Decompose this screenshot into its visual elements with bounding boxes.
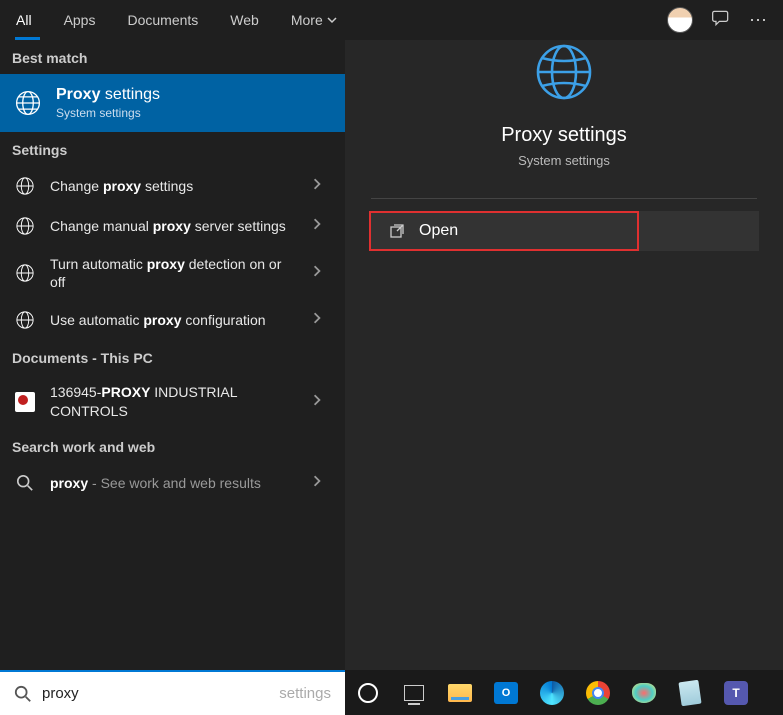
user-avatar[interactable] <box>667 7 693 33</box>
chrome-icon[interactable] <box>585 680 611 706</box>
chevron-right-icon <box>311 393 331 411</box>
section-best-match: Best match <box>0 40 345 74</box>
paint-icon[interactable] <box>631 680 657 706</box>
chevron-right-icon <box>311 177 331 195</box>
result-change-manual-proxy[interactable]: Change manual proxy server settings <box>0 206 345 246</box>
result-use-automatic-proxy[interactable]: Use automatic proxy configuration <box>0 300 345 340</box>
tab-all[interactable]: All <box>0 0 48 40</box>
pdf-icon <box>14 391 36 413</box>
best-match-result[interactable]: Proxy settings System settings <box>0 74 345 132</box>
action-open-row[interactable]: Open <box>369 211 759 251</box>
best-match-text: Proxy settings System settings <box>56 86 160 120</box>
cortana-icon[interactable] <box>355 680 381 706</box>
chevron-right-icon <box>311 264 331 282</box>
section-documents: Documents - This PC <box>0 340 345 374</box>
chevron-right-icon <box>311 311 331 329</box>
search-filter-tabs: All Apps Documents Web More <box>0 0 345 40</box>
bottom-bar: settings O T <box>0 670 783 715</box>
section-work-web: Search work and web <box>0 429 345 463</box>
search-icon <box>14 472 36 494</box>
tab-more[interactable]: More <box>275 0 353 40</box>
section-settings: Settings <box>0 132 345 166</box>
chevron-right-icon <box>311 217 331 235</box>
preview-panel: Proxy settings System settings Open <box>345 0 783 670</box>
file-explorer-icon[interactable] <box>447 680 473 706</box>
result-turn-automatic-proxy[interactable]: Turn automatic proxy detection on or off <box>0 246 345 300</box>
search-icon <box>14 685 32 703</box>
task-view-icon[interactable] <box>401 680 427 706</box>
header-right-area: ⋯ <box>345 0 783 40</box>
globe-icon <box>14 175 36 197</box>
open-icon <box>389 223 405 239</box>
open-label: Open <box>419 222 458 240</box>
globe-icon <box>14 309 36 331</box>
more-options-icon[interactable]: ⋯ <box>749 10 769 31</box>
globe-icon <box>532 40 596 104</box>
teams-icon[interactable]: T <box>723 680 749 706</box>
divider <box>371 198 756 199</box>
tab-web[interactable]: Web <box>214 0 275 40</box>
preview-subtitle: System settings <box>518 153 610 168</box>
edge-icon[interactable] <box>539 680 565 706</box>
result-document-proxy-industrial[interactable]: 136945-PROXY INDUSTRIAL CONTROLS <box>0 374 345 428</box>
search-results-panel: All Apps Documents Web More Best match P… <box>0 0 345 670</box>
result-change-proxy-settings[interactable]: Change proxy settings <box>0 166 345 206</box>
feedback-icon[interactable] <box>711 8 731 33</box>
tab-documents[interactable]: Documents <box>111 0 214 40</box>
chevron-right-icon <box>311 474 331 492</box>
taskbar: O T <box>345 670 783 715</box>
globe-icon <box>14 215 36 237</box>
search-box[interactable]: settings <box>0 670 345 715</box>
globe-icon <box>14 262 36 284</box>
result-search-web-proxy[interactable]: proxy - See work and web results <box>0 463 345 503</box>
notepad-icon[interactable] <box>677 680 703 706</box>
tab-apps[interactable]: Apps <box>48 0 112 40</box>
globe-icon <box>14 89 42 117</box>
preview-title: Proxy settings <box>501 124 627 147</box>
outlook-icon[interactable]: O <box>493 680 519 706</box>
